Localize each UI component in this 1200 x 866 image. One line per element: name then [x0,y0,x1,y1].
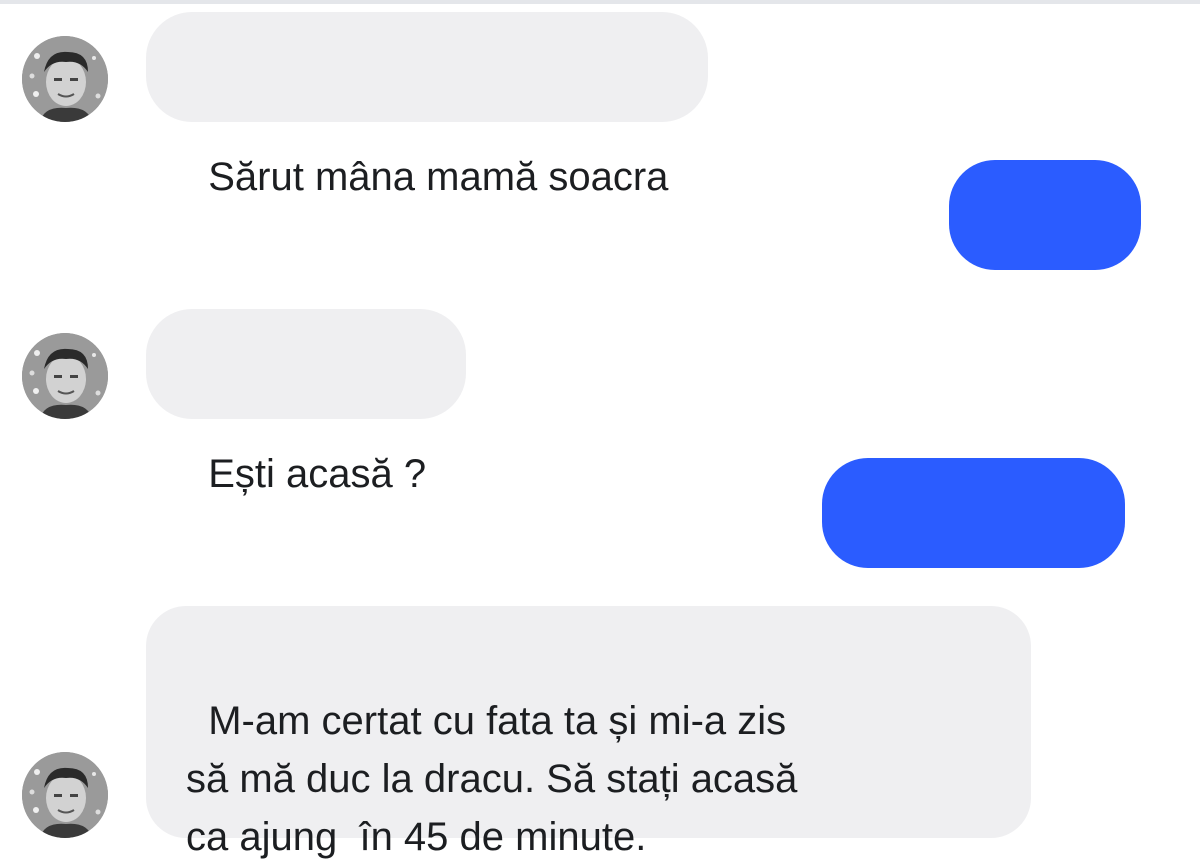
contact-avatar[interactable] [22,752,108,838]
avatar-photo-icon [22,752,108,838]
message-bubble-outgoing[interactable]: Da, de ce ? [822,458,1125,645]
top-divider [0,0,1200,4]
message-bubble-incoming[interactable]: Ești acasă ? [146,309,467,496]
contact-avatar[interactable] [22,333,108,419]
message-text: Bună [1009,303,1103,347]
message-text: Sărut mâna mamă soacra [208,155,669,199]
avatar-photo-icon [22,333,108,419]
message-bubble-incoming[interactable]: M-am certat cu fata ta și mi-a zis să mă… [146,606,1031,859]
message-text: Ești acasă ? [208,452,427,496]
avatar-photo-icon [22,36,108,122]
message-bubble-outgoing[interactable]: Bună [949,160,1141,347]
message-bubble-incoming[interactable]: Sărut mâna mamă soacra [146,12,709,199]
contact-avatar[interactable] [22,36,108,122]
message-text: M-am certat cu fata ta și mi-a zis să mă… [186,699,798,859]
